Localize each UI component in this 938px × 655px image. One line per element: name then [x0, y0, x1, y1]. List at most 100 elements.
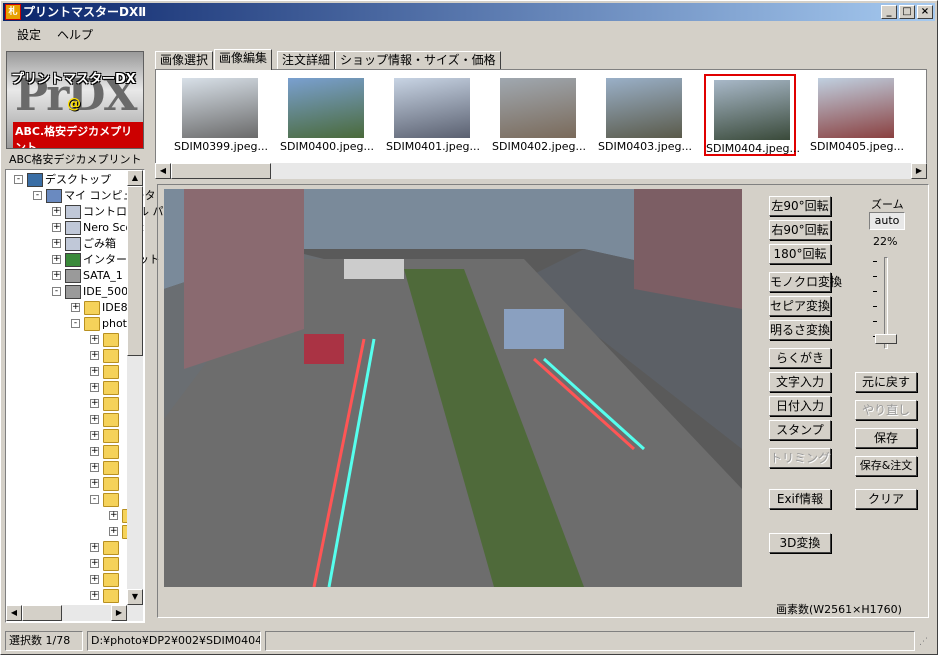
redo-button[interactable]: やり直し [855, 400, 917, 420]
expand-icon[interactable]: + [90, 383, 99, 392]
expand-icon[interactable]: + [90, 399, 99, 408]
expand-icon[interactable]: + [90, 559, 99, 568]
tree-item[interactable]: + [6, 332, 127, 348]
tree-item[interactable]: + [6, 380, 127, 396]
expand-icon[interactable]: + [90, 575, 99, 584]
tree-item[interactable]: + [6, 444, 127, 460]
expand-icon[interactable]: + [52, 207, 61, 216]
tree-hscroll-thumb[interactable] [22, 605, 62, 621]
exif-button[interactable]: Exif情報 [769, 489, 831, 509]
thumb-scroll-right-button[interactable]: ▶ [911, 163, 927, 179]
thumb-scroll-left-button[interactable]: ◀ [155, 163, 171, 179]
close-button[interactable]: × [917, 5, 933, 19]
expand-icon[interactable]: + [90, 351, 99, 360]
app-icon[interactable]: 札 [5, 4, 21, 20]
tab-shop-info[interactable]: ショップ情報・サイズ・価格 [335, 51, 501, 69]
zoom-slider-thumb[interactable] [875, 334, 897, 344]
thumbnail[interactable]: SDIM0402.jpeg... [492, 74, 586, 156]
tree-scroll-down-button[interactable]: ▼ [127, 589, 143, 605]
tree-item[interactable]: + [6, 396, 127, 412]
collapse-icon[interactable]: - [90, 495, 99, 504]
tree-scroll-left-button[interactable]: ◀ [6, 605, 22, 621]
tree-item[interactable]: - IDE_500 [6, 284, 128, 300]
expand-icon[interactable]: + [90, 591, 99, 600]
expand-icon[interactable]: + [52, 223, 61, 232]
tree-item[interactable]: + [6, 540, 127, 556]
text-input-button[interactable]: 文字入力 [769, 372, 831, 392]
tab-image-select[interactable]: 画像選択 [155, 51, 214, 69]
rotate-right-button[interactable]: 右90°回転 [769, 220, 831, 240]
collapse-icon[interactable]: - [52, 287, 61, 296]
tab-order-detail[interactable]: 注文詳細 [277, 51, 336, 69]
title-bar[interactable]: 札 プリントマスターDXⅡ _ □ × [3, 3, 935, 21]
collapse-icon[interactable]: - [14, 175, 23, 184]
tree-item[interactable]: + Nero Scout [6, 220, 144, 236]
brightness-button[interactable]: 明るさ変換 [769, 320, 831, 340]
save-button[interactable]: 保存 [855, 428, 917, 448]
expand-icon[interactable]: + [90, 431, 99, 440]
collapse-icon[interactable]: - [33, 191, 42, 200]
date-input-button[interactable]: 日付入力 [769, 396, 831, 416]
rotate-left-button[interactable]: 左90°回転 [769, 196, 831, 216]
tree-item[interactable]: + [6, 364, 127, 380]
expand-icon[interactable]: + [52, 271, 61, 280]
tree-item[interactable]: + [6, 572, 127, 588]
tree-item[interactable]: + ごみ箱 [6, 236, 127, 252]
zoom-mode[interactable]: auto [869, 212, 905, 230]
expand-icon[interactable]: + [90, 543, 99, 552]
thumb-hscroll[interactable]: ◀ ▶ [155, 163, 927, 179]
expand-icon[interactable]: + [90, 367, 99, 376]
thumbnail[interactable]: SDIM0405.jpeg... [810, 74, 904, 156]
tree-item[interactable]: - [6, 492, 127, 508]
thumbnail[interactable]: SDIM0401.jpeg... [386, 74, 480, 156]
expand-icon[interactable]: + [109, 527, 118, 536]
expand-icon[interactable]: + [109, 511, 118, 520]
tree-scroll-thumb[interactable] [127, 186, 143, 356]
scribble-button[interactable]: らくがき [769, 348, 831, 368]
tree-scroll-right-button[interactable]: ▶ [111, 605, 127, 621]
3d-convert-button[interactable]: 3D変換 [769, 533, 831, 553]
tree-item[interactable]: +コントロール パネル [6, 204, 186, 220]
save-order-button[interactable]: 保存&注文 [855, 456, 917, 476]
menu-settings[interactable]: 設定 [17, 26, 41, 43]
tree-item[interactable]: + [6, 508, 138, 524]
tree-item[interactable]: + [6, 588, 127, 604]
photo-preview[interactable] [164, 189, 742, 587]
tree-scroll-up-button[interactable]: ▲ [127, 170, 143, 186]
tree-item[interactable]: + [6, 348, 127, 364]
stamp-button[interactable]: スタンプ [769, 420, 831, 440]
tree-item[interactable]: - デスクトップ [6, 172, 127, 188]
tree-item[interactable]: + インターネット [6, 252, 160, 268]
tree-item[interactable]: + [6, 460, 127, 476]
tree-item[interactable]: + [6, 412, 127, 428]
thumbnail[interactable]: SDIM0400.jpeg... [280, 74, 374, 156]
undo-button[interactable]: 元に戻す [855, 372, 917, 392]
collapse-icon[interactable]: - [71, 319, 80, 328]
tree-item[interactable]: + [6, 556, 127, 572]
tab-image-edit[interactable]: 画像編集 [214, 49, 273, 70]
tree-item[interactable]: + IDE8 [6, 300, 128, 316]
expand-icon[interactable]: + [52, 255, 61, 264]
tree-item[interactable]: - マイ コンピュータ [6, 188, 156, 204]
thumb-scroll-thumb[interactable] [171, 163, 271, 179]
expand-icon[interactable]: + [71, 303, 80, 312]
expand-icon[interactable]: + [90, 335, 99, 344]
tree-hscroll[interactable]: ◀ ▶ [6, 605, 143, 621]
tree-item[interactable]: + [6, 476, 127, 492]
folder-tree[interactable]: -デスクトップ-マイ コンピュータ+コントロール パネル+Nero Scout+… [5, 169, 186, 623]
minimize-button[interactable]: _ [881, 5, 897, 19]
mono-button[interactable]: モノクロ変換 [769, 272, 842, 292]
tree-item[interactable]: + [6, 524, 138, 540]
clear-button[interactable]: クリア [855, 489, 917, 509]
trim-button[interactable]: トリミング [769, 448, 831, 468]
expand-icon[interactable]: + [52, 239, 61, 248]
expand-icon[interactable]: + [90, 415, 99, 424]
thumbnail[interactable]: SDIM0399.jpeg... [174, 74, 268, 156]
expand-icon[interactable]: + [90, 447, 99, 456]
sepia-button[interactable]: セピア変換 [769, 296, 831, 316]
thumbnail[interactable]: SDIM0404.jpeg... [704, 74, 800, 156]
tree-vscroll[interactable]: ▲ ▼ [127, 170, 143, 605]
expand-icon[interactable]: + [90, 463, 99, 472]
menu-help[interactable]: ヘルプ [57, 26, 93, 43]
tree-item[interactable]: + [6, 428, 127, 444]
